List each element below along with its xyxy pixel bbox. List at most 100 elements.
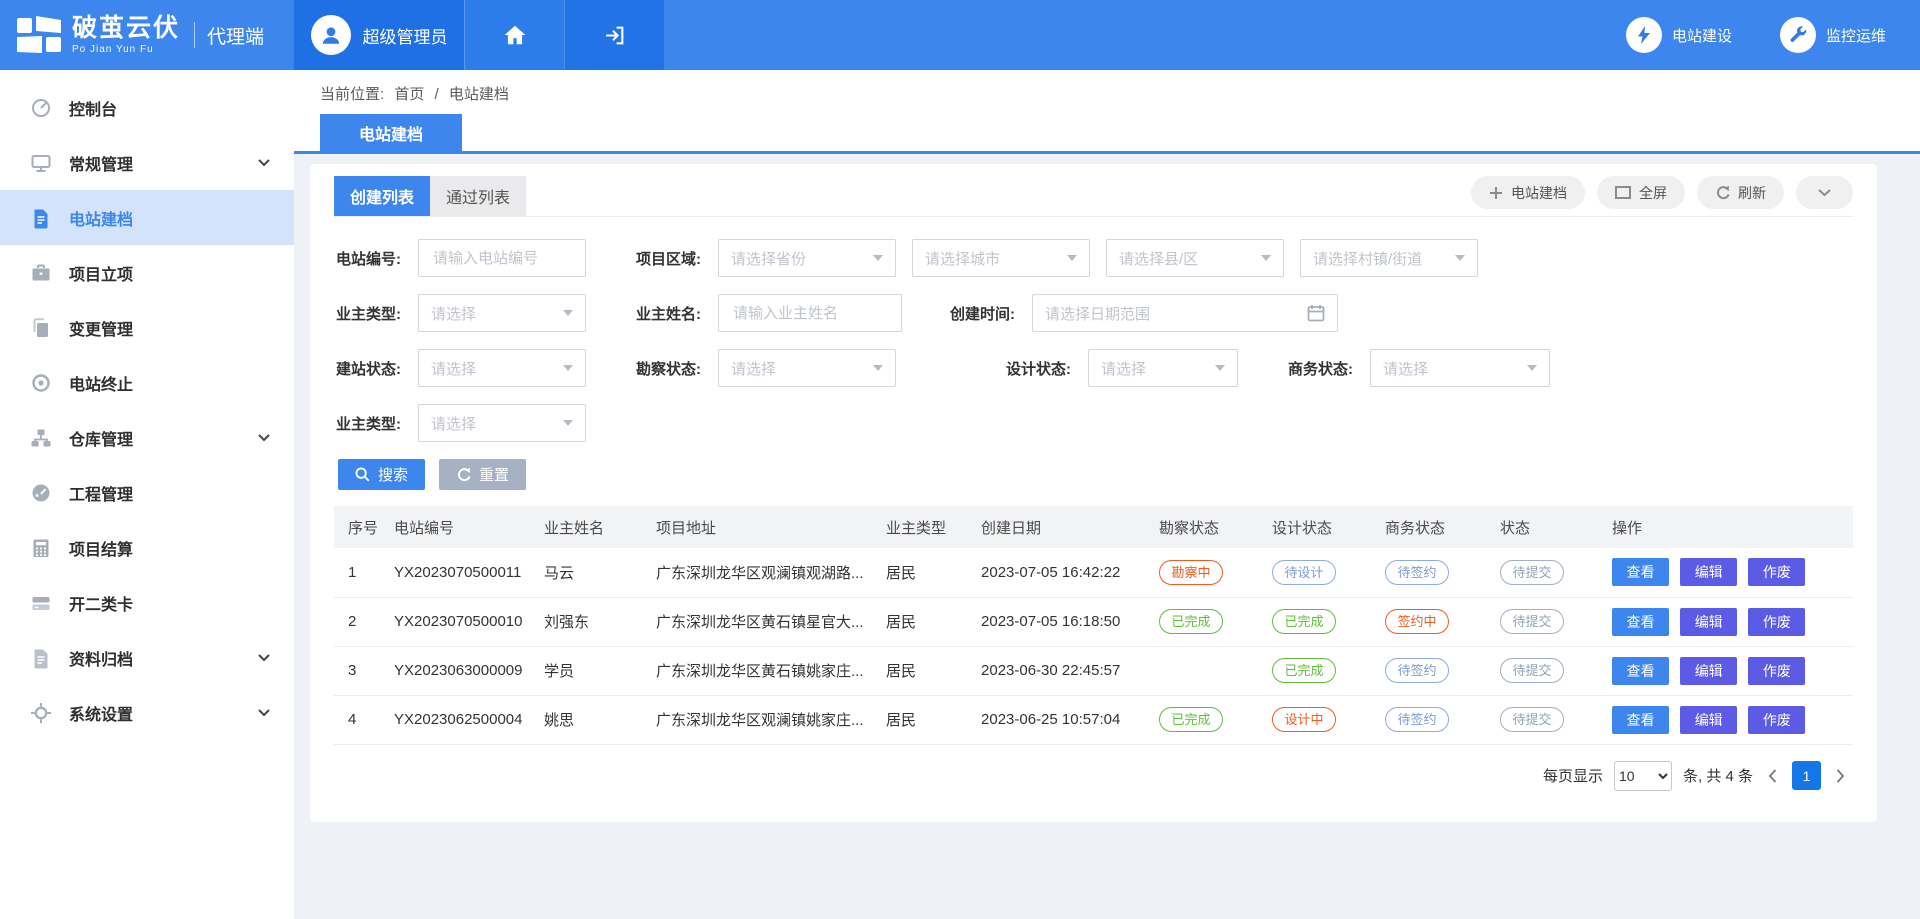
business-status-select[interactable]: 请选择 (1370, 349, 1550, 387)
station-no-input-wrap (418, 239, 586, 277)
reset-button[interactable]: 重置 (439, 459, 526, 490)
survey-status-badge: 已完成 (1159, 707, 1223, 732)
breadcrumb-bar: 当前位置: 首页 / 电站建档 电站建档 (294, 70, 1920, 154)
design-status-select[interactable]: 请选择 (1088, 349, 1238, 387)
document-icon (30, 207, 52, 229)
current-user-button[interactable]: 超级管理员 (294, 0, 464, 70)
home-button[interactable] (464, 0, 564, 70)
page-tab-station-archive[interactable]: 电站建档 (320, 114, 462, 151)
prev-page-button[interactable] (1764, 769, 1781, 783)
build-status-select[interactable]: 请选择 (418, 349, 586, 387)
view-button[interactable]: 查看 (1612, 657, 1669, 685)
station-table: 序号 电站编号 业主姓名 项目地址 业主类型 创建日期 勘察状态 设计状态 商务… (334, 506, 1853, 745)
sidebar-item-engineering-management[interactable]: 工程管理 (0, 465, 294, 520)
business-status-label: 商务状态: (1288, 358, 1362, 379)
view-button[interactable]: 查看 (1612, 706, 1669, 734)
nav-station-build[interactable]: 电站建设 (1626, 17, 1732, 53)
search-button[interactable]: 搜索 (338, 459, 425, 490)
business-status-badge: 待签约 (1385, 658, 1449, 683)
void-button[interactable]: 作废 (1748, 706, 1805, 734)
col-survey-status: 勘察状态 (1151, 506, 1264, 548)
build-status-label: 建站状态: (336, 358, 410, 379)
fullscreen-icon (1615, 185, 1631, 200)
collapse-toolbar-button[interactable] (1796, 176, 1853, 209)
cell-station-no: YX2023070500010 (386, 597, 536, 646)
province-select[interactable]: 请选择省份 (718, 239, 896, 277)
calculator-icon (30, 537, 52, 559)
page-body: 创建列表 通过列表 电站建档 (294, 154, 1920, 919)
fullscreen-button[interactable]: 全屏 (1597, 176, 1685, 209)
sidebar-item-label: 系统设置 (69, 701, 133, 725)
cell-station-no: YX2023070500011 (386, 548, 536, 597)
build-status-placeholder: 请选择 (431, 358, 476, 379)
town-select[interactable]: 请选择村镇/街道 (1300, 239, 1478, 277)
survey-status-select[interactable]: 请选择 (718, 349, 896, 387)
logout-button[interactable] (564, 0, 664, 70)
nav-monitor-ops-label: 监控运维 (1826, 25, 1886, 46)
create-station-button[interactable]: 电站建档 (1471, 176, 1585, 209)
city-select[interactable]: 请选择城市 (912, 239, 1090, 277)
region-selects: 请选择省份 请选择城市 请选择县/区 (718, 239, 1478, 277)
edit-button[interactable]: 编辑 (1680, 657, 1737, 685)
sidebar-item-console[interactable]: 控制台 (0, 80, 294, 135)
chevron-down-icon (258, 709, 270, 717)
next-page-button[interactable] (1832, 769, 1849, 783)
nav-station-build-label: 电站建设 (1672, 25, 1732, 46)
sitemap-icon (30, 427, 52, 449)
col-created-date: 创建日期 (973, 506, 1151, 548)
sidebar-item-label: 电站建档 (69, 206, 133, 230)
breadcrumb-home-link[interactable]: 首页 (394, 86, 424, 103)
cell-owner-type: 居民 (878, 597, 973, 646)
current-page-button[interactable]: 1 (1792, 761, 1821, 790)
sidebar-item-project-initiation[interactable]: 项目立项 (0, 245, 294, 300)
void-button[interactable]: 作废 (1748, 657, 1805, 685)
design-status-badge: 待设计 (1272, 560, 1336, 585)
cell-owner-type: 居民 (878, 548, 973, 597)
sidebar-item-data-archive[interactable]: 资料归档 (0, 630, 294, 685)
owner-name-input[interactable] (731, 304, 889, 323)
sidebar-item-station-termination[interactable]: 电站终止 (0, 355, 294, 410)
per-page-label: 每页显示 (1543, 765, 1603, 786)
per-page-select[interactable]: 10 (1614, 761, 1672, 791)
tab-passed-list[interactable]: 通过列表 (430, 176, 526, 216)
plus-icon (1489, 186, 1503, 200)
sidebar-item-change-management[interactable]: 变更管理 (0, 300, 294, 355)
owner-name-input-wrap (718, 294, 902, 332)
sidebar-item-system-settings[interactable]: 系统设置 (0, 685, 294, 740)
sidebar-item-general-management[interactable]: 常规管理 (0, 135, 294, 190)
cell-address: 广东深圳龙华区观澜镇姚家庄... (648, 695, 878, 744)
col-address: 项目地址 (648, 506, 878, 548)
view-button[interactable]: 查看 (1612, 558, 1669, 586)
sidebar-item-project-settlement[interactable]: 项目结算 (0, 520, 294, 575)
logo-mark-icon (16, 15, 62, 55)
refresh-button[interactable]: 刷新 (1697, 176, 1784, 209)
view-button[interactable]: 查看 (1612, 608, 1669, 636)
edit-button[interactable]: 编辑 (1680, 608, 1737, 636)
void-button[interactable]: 作废 (1748, 608, 1805, 636)
owner-type-select[interactable]: 请选择 (418, 294, 586, 332)
sidebar-item-warehouse-management[interactable]: 仓库管理 (0, 410, 294, 465)
create-time-range-picker[interactable]: 请选择日期范围 (1032, 294, 1338, 332)
void-button[interactable]: 作废 (1748, 558, 1805, 586)
gear-icon (30, 702, 52, 724)
caret-down-icon (1215, 365, 1225, 371)
cell-index: 3 (334, 646, 386, 695)
copy-icon (30, 317, 52, 339)
sidebar-item-station-archive[interactable]: 电站建档 (0, 190, 294, 245)
design-status-badge: 已完成 (1272, 609, 1336, 634)
tab-create-list[interactable]: 创建列表 (334, 176, 430, 216)
chevron-down-icon (258, 159, 270, 167)
district-select[interactable]: 请选择县/区 (1106, 239, 1284, 277)
city-placeholder: 请选择城市 (925, 248, 1000, 269)
table-header-row: 序号 电站编号 业主姓名 项目地址 业主类型 创建日期 勘察状态 设计状态 商务… (334, 506, 1853, 548)
sidebar-item-open-type2-card[interactable]: 开二类卡 (0, 575, 294, 630)
edit-button[interactable]: 编辑 (1680, 706, 1737, 734)
edit-button[interactable]: 编辑 (1680, 558, 1737, 586)
cell-station-no: YX2023062500004 (386, 695, 536, 744)
nav-monitor-ops[interactable]: 监控运维 (1780, 17, 1886, 53)
breadcrumb: 当前位置: 首页 / 电站建档 (320, 83, 1920, 104)
owner-type2-select[interactable]: 请选择 (418, 404, 586, 442)
station-no-input[interactable] (431, 249, 573, 268)
station-archive-card: 创建列表 通过列表 电站建档 (310, 164, 1877, 822)
dashboard-icon (30, 97, 52, 119)
